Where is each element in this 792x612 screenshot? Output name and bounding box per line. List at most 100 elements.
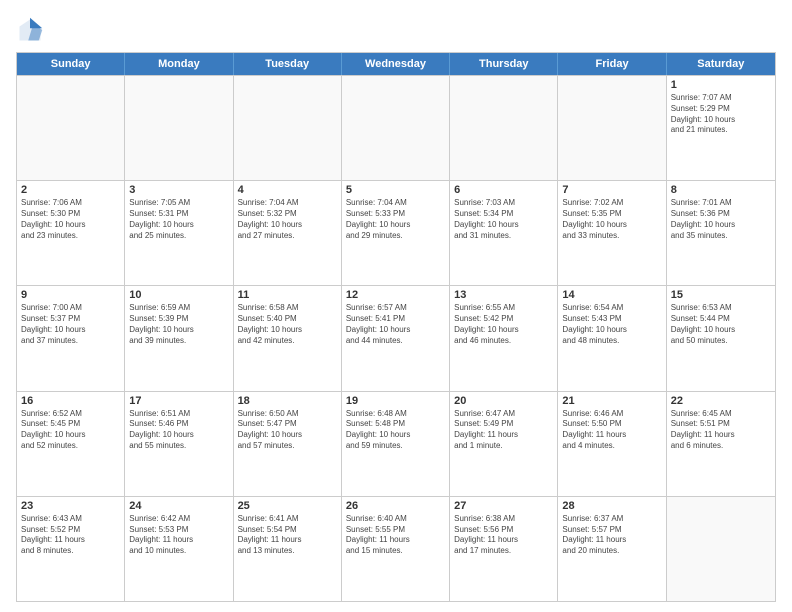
day-number: 26	[346, 500, 445, 512]
day-detail: Sunrise: 7:05 AM Sunset: 5:31 PM Dayligh…	[129, 198, 228, 241]
header-day-wednesday: Wednesday	[342, 53, 450, 75]
day-cell-23: 23 Sunrise: 6:43 AM Sunset: 5:52 PM Dayli…	[17, 497, 125, 601]
day-number: 4	[238, 184, 337, 196]
day-cell-2: 2Sunrise: 7:06 AM Sunset: 5:30 PM Daylig…	[17, 181, 125, 285]
empty-cell-0-3	[342, 76, 450, 180]
empty-cell-0-0	[17, 76, 125, 180]
day-detail: Sunrise: 7:03 AM Sunset: 5:34 PM Dayligh…	[454, 198, 553, 241]
day-detail: Sunrise: 7:00 AM Sunset: 5:37 PM Dayligh…	[21, 303, 120, 346]
day-number: 21	[562, 395, 661, 407]
day-number: 18	[238, 395, 337, 407]
day-detail: Sunrise: 6:58 AM Sunset: 5:40 PM Dayligh…	[238, 303, 337, 346]
day-cell-1: 1Sunrise: 7:07 AM Sunset: 5:29 PM Daylig…	[667, 76, 775, 180]
calendar-row-2: 9 Sunrise: 7:00 AM Sunset: 5:37 PM Daylig…	[17, 285, 775, 390]
day-number: 28	[562, 500, 661, 512]
day-number: 8	[671, 184, 771, 196]
day-cell-28: 28 Sunrise: 6:37 AM Sunset: 5:57 PM Dayli…	[558, 497, 666, 601]
day-detail: Sunrise: 6:55 AM Sunset: 5:42 PM Dayligh…	[454, 303, 553, 346]
day-number: 14	[562, 289, 661, 301]
day-number: 12	[346, 289, 445, 301]
day-number: 5	[346, 184, 445, 196]
day-detail: Sunrise: 6:43 AM Sunset: 5:52 PM Dayligh…	[21, 514, 120, 557]
day-cell-26: 26 Sunrise: 6:40 AM Sunset: 5:55 PM Dayli…	[342, 497, 450, 601]
day-cell-20: 20 Sunrise: 6:47 AM Sunset: 5:49 PM Dayli…	[450, 392, 558, 496]
day-number: 13	[454, 289, 553, 301]
day-cell-3: 3 Sunrise: 7:05 AM Sunset: 5:31 PM Daylig…	[125, 181, 233, 285]
day-cell-27: 27 Sunrise: 6:38 AM Sunset: 5:56 PM Dayli…	[450, 497, 558, 601]
day-cell-14: 14 Sunrise: 6:54 AM Sunset: 5:43 PM Dayli…	[558, 286, 666, 390]
calendar: SundayMondayTuesdayWednesdayThursdayFrid…	[16, 52, 776, 602]
day-detail: Sunrise: 7:06 AM Sunset: 5:30 PM Dayligh…	[21, 198, 120, 241]
calendar-body: 1Sunrise: 7:07 AM Sunset: 5:29 PM Daylig…	[17, 75, 775, 601]
day-number: 1	[671, 79, 771, 91]
empty-cell-0-5	[558, 76, 666, 180]
day-detail: Sunrise: 6:53 AM Sunset: 5:44 PM Dayligh…	[671, 303, 771, 346]
day-cell-22: 22Sunrise: 6:45 AM Sunset: 5:51 PM Dayli…	[667, 392, 775, 496]
header-day-saturday: Saturday	[667, 53, 775, 75]
day-detail: Sunrise: 6:47 AM Sunset: 5:49 PM Dayligh…	[454, 409, 553, 452]
day-cell-5: 5 Sunrise: 7:04 AM Sunset: 5:33 PM Daylig…	[342, 181, 450, 285]
header-day-tuesday: Tuesday	[234, 53, 342, 75]
day-number: 17	[129, 395, 228, 407]
day-detail: Sunrise: 6:52 AM Sunset: 5:45 PM Dayligh…	[21, 409, 120, 452]
calendar-row-0: 1Sunrise: 7:07 AM Sunset: 5:29 PM Daylig…	[17, 75, 775, 180]
day-cell-15: 15Sunrise: 6:53 AM Sunset: 5:44 PM Dayli…	[667, 286, 775, 390]
day-cell-11: 11 Sunrise: 6:58 AM Sunset: 5:40 PM Dayli…	[234, 286, 342, 390]
day-number: 3	[129, 184, 228, 196]
page: SundayMondayTuesdayWednesdayThursdayFrid…	[0, 0, 792, 612]
day-number: 25	[238, 500, 337, 512]
day-detail: Sunrise: 7:04 AM Sunset: 5:32 PM Dayligh…	[238, 198, 337, 241]
day-detail: Sunrise: 6:41 AM Sunset: 5:54 PM Dayligh…	[238, 514, 337, 557]
day-number: 23	[21, 500, 120, 512]
day-cell-18: 18 Sunrise: 6:50 AM Sunset: 5:47 PM Dayli…	[234, 392, 342, 496]
day-number: 19	[346, 395, 445, 407]
day-detail: Sunrise: 6:46 AM Sunset: 5:50 PM Dayligh…	[562, 409, 661, 452]
day-number: 24	[129, 500, 228, 512]
day-number: 9	[21, 289, 120, 301]
day-cell-9: 9 Sunrise: 7:00 AM Sunset: 5:37 PM Daylig…	[17, 286, 125, 390]
header-day-monday: Monday	[125, 53, 233, 75]
day-detail: Sunrise: 6:50 AM Sunset: 5:47 PM Dayligh…	[238, 409, 337, 452]
empty-cell-0-4	[450, 76, 558, 180]
header	[16, 16, 776, 44]
day-cell-13: 13 Sunrise: 6:55 AM Sunset: 5:42 PM Dayli…	[450, 286, 558, 390]
day-cell-19: 19 Sunrise: 6:48 AM Sunset: 5:48 PM Dayli…	[342, 392, 450, 496]
day-detail: Sunrise: 6:40 AM Sunset: 5:55 PM Dayligh…	[346, 514, 445, 557]
logo-icon	[16, 16, 44, 44]
day-detail: Sunrise: 6:57 AM Sunset: 5:41 PM Dayligh…	[346, 303, 445, 346]
day-cell-21: 21 Sunrise: 6:46 AM Sunset: 5:50 PM Dayli…	[558, 392, 666, 496]
empty-cell-0-2	[234, 76, 342, 180]
calendar-row-4: 23 Sunrise: 6:43 AM Sunset: 5:52 PM Dayli…	[17, 496, 775, 601]
day-cell-17: 17 Sunrise: 6:51 AM Sunset: 5:46 PM Dayli…	[125, 392, 233, 496]
day-number: 10	[129, 289, 228, 301]
day-detail: Sunrise: 7:04 AM Sunset: 5:33 PM Dayligh…	[346, 198, 445, 241]
day-number: 16	[21, 395, 120, 407]
day-detail: Sunrise: 6:54 AM Sunset: 5:43 PM Dayligh…	[562, 303, 661, 346]
day-detail: Sunrise: 7:02 AM Sunset: 5:35 PM Dayligh…	[562, 198, 661, 241]
calendar-row-1: 2Sunrise: 7:06 AM Sunset: 5:30 PM Daylig…	[17, 180, 775, 285]
day-number: 22	[671, 395, 771, 407]
day-number: 27	[454, 500, 553, 512]
day-detail: Sunrise: 6:37 AM Sunset: 5:57 PM Dayligh…	[562, 514, 661, 557]
logo	[16, 16, 48, 44]
day-cell-6: 6 Sunrise: 7:03 AM Sunset: 5:34 PM Daylig…	[450, 181, 558, 285]
day-cell-24: 24Sunrise: 6:42 AM Sunset: 5:53 PM Dayli…	[125, 497, 233, 601]
day-cell-10: 10Sunrise: 6:59 AM Sunset: 5:39 PM Dayli…	[125, 286, 233, 390]
day-detail: Sunrise: 6:51 AM Sunset: 5:46 PM Dayligh…	[129, 409, 228, 452]
day-detail: Sunrise: 6:38 AM Sunset: 5:56 PM Dayligh…	[454, 514, 553, 557]
header-day-friday: Friday	[558, 53, 666, 75]
calendar-header: SundayMondayTuesdayWednesdayThursdayFrid…	[17, 53, 775, 75]
empty-cell-4-6	[667, 497, 775, 601]
day-number: 7	[562, 184, 661, 196]
header-day-thursday: Thursday	[450, 53, 558, 75]
day-detail: Sunrise: 7:01 AM Sunset: 5:36 PM Dayligh…	[671, 198, 771, 241]
day-number: 6	[454, 184, 553, 196]
day-cell-25: 25 Sunrise: 6:41 AM Sunset: 5:54 PM Dayli…	[234, 497, 342, 601]
day-number: 20	[454, 395, 553, 407]
day-detail: Sunrise: 6:48 AM Sunset: 5:48 PM Dayligh…	[346, 409, 445, 452]
empty-cell-0-1	[125, 76, 233, 180]
day-cell-8: 8 Sunrise: 7:01 AM Sunset: 5:36 PM Daylig…	[667, 181, 775, 285]
day-number: 11	[238, 289, 337, 301]
day-cell-4: 4 Sunrise: 7:04 AM Sunset: 5:32 PM Daylig…	[234, 181, 342, 285]
day-cell-7: 7 Sunrise: 7:02 AM Sunset: 5:35 PM Daylig…	[558, 181, 666, 285]
